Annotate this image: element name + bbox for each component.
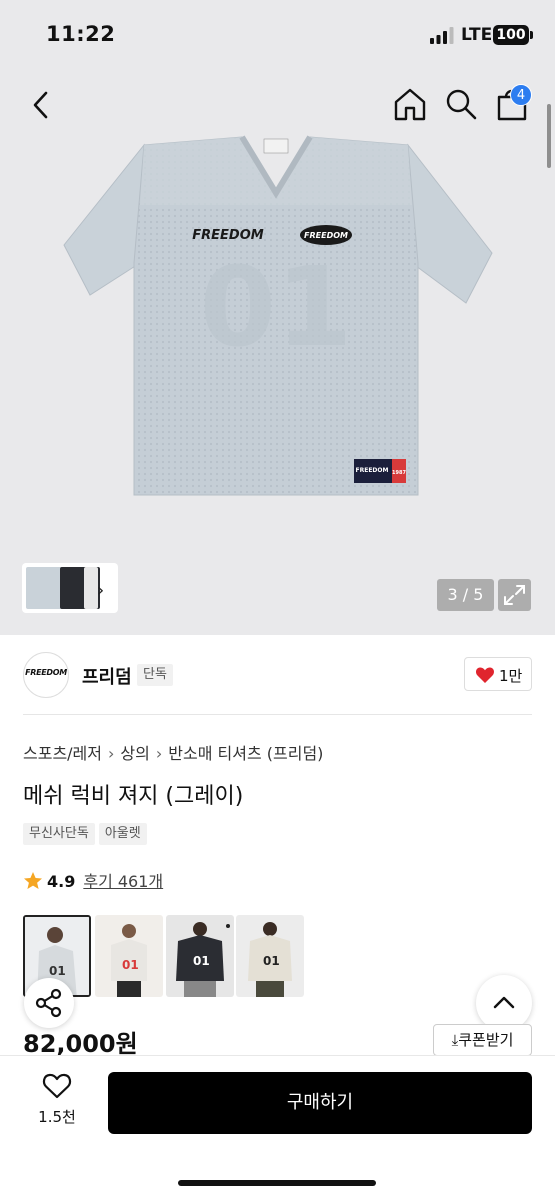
exclusive-tag: 단독 [137,664,173,686]
brand-like-button[interactable]: 1만 [464,657,532,691]
home-indicator [178,1180,376,1186]
scroll-to-top-button[interactable] [476,975,532,1031]
wishlist-button[interactable]: 1.5천 [22,1072,92,1134]
product-title: 메쉬 럭비 져지 (그레이) [23,784,244,809]
variant-thumbnail[interactable]: 01 [95,915,163,997]
cart-count-badge: 4 [510,84,532,106]
battery-tip [530,31,533,39]
variant-thumbnail[interactable]: 01 [166,915,234,997]
product-photo[interactable]: 01 FREEDOM FREEDOM FREEDOM 1987 [52,135,500,503]
share-button[interactable] [24,978,74,1028]
variant-number: 01 [122,958,139,972]
coupon-label: 쿠폰받기 [458,1031,514,1049]
hem-label-text: FREEDOM [356,467,389,474]
battery-icon: 100 [493,25,529,45]
svg-text:01: 01 [199,243,352,371]
product-tag: 아울렛 [98,823,147,845]
product-image-area[interactable]: 11:22 LTE 100 4 01 FREEDOM FREEDOM FREED… [0,0,555,635]
network-type: LTE [461,25,493,45]
home-icon [394,88,426,121]
variant-number: 01 [263,954,280,968]
buy-button[interactable]: 구매하기 [108,1072,532,1134]
search-icon [446,89,477,120]
chevron-right-icon[interactable]: › [97,580,104,601]
search-button[interactable] [443,86,479,122]
brand-like-count: 1만 [499,667,523,685]
hem-label-year: 1987 [392,470,406,476]
signal-icon [430,27,454,44]
chevron-left-icon [33,91,48,119]
back-button[interactable] [24,88,58,122]
status-bar: 11:22 LTE 100 [0,0,555,70]
divider [23,714,532,715]
wishlist-count: 1.5천 [38,1108,76,1126]
review-count-link[interactable]: 후기 461개 [83,872,163,891]
product-rating[interactable]: 4.9 후기 461개 [23,868,163,892]
chest-logo: FREEDOM [192,228,263,243]
chest-badge: FREEDOM [304,231,348,240]
chevron-up-icon [493,996,515,1009]
home-button[interactable] [392,86,428,122]
rating-score: 4.9 [47,872,76,891]
brand-name[interactable]: 프리덤 [82,663,132,689]
expand-icon [504,585,525,605]
heart-outline-icon [42,1073,72,1099]
scroll-indicator [547,104,551,168]
brand-logo-text: FREEDOM [25,668,67,677]
expand-gallery-button[interactable] [498,579,531,611]
brand-logo[interactable]: FREEDOM [23,652,69,698]
product-tag: 무신사단독 [23,823,95,845]
variant-photo: 01 [95,915,163,997]
variant-photo: 01 [236,915,304,997]
breadcrumb-chevron-icon: › [155,744,163,763]
share-icon [35,988,62,1018]
heart-icon [475,667,495,683]
variant-number: 01 [193,954,210,968]
status-time: 11:22 [46,22,116,46]
gallery-page-counter: 3 / 5 [437,579,494,611]
breadcrumb-item[interactable]: 스포츠/레저 [23,744,102,763]
breadcrumb: 스포츠/레저 › 상의 › 반소매 티셔츠 (프리덤) [23,740,323,764]
variant-photo: 01 [166,915,234,997]
product-price: 82,000원 [23,1030,138,1058]
breadcrumb-chevron-icon: › [108,744,115,763]
variant-number: 01 [49,964,66,978]
product-tags: 무신사단독 아울렛 [23,822,151,845]
star-icon [24,872,42,889]
breadcrumb-item[interactable]: 반소매 티셔츠 (프리덤) [168,744,323,763]
coupon-button[interactable]: ⤓쿠폰받기 [433,1024,532,1056]
video-indicator-dot [226,924,230,928]
gallery-thumbnail[interactable] [84,567,98,609]
variant-thumbnail[interactable]: 01 [236,915,304,997]
breadcrumb-item[interactable]: 상의 [120,744,149,763]
